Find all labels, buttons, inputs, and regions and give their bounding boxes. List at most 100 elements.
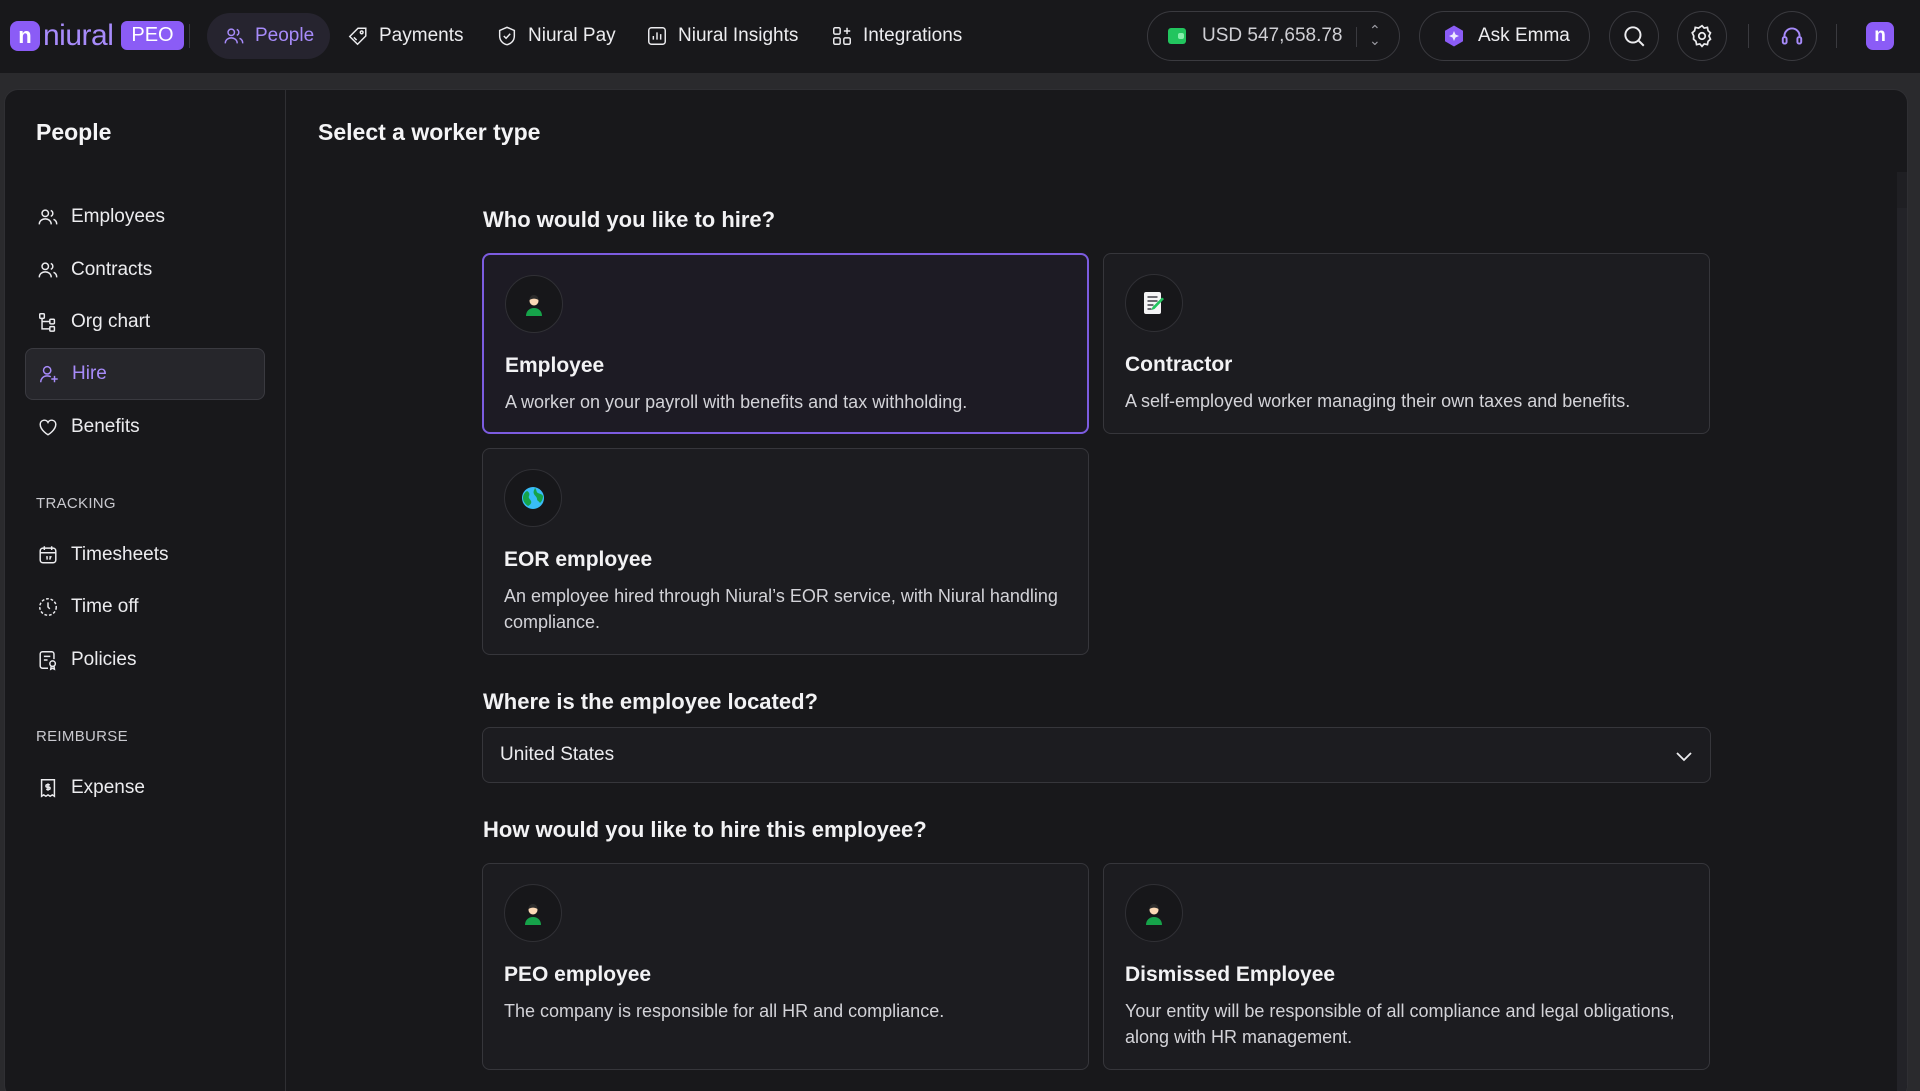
policy-icon: [39, 651, 57, 671]
card-icon-wrap: [504, 469, 562, 527]
sidebar-item-label: Employees: [71, 206, 165, 227]
divider: [1356, 27, 1357, 47]
balance-amount: USD 547,658.78: [1202, 25, 1343, 46]
main-content: Select a worker type Who would you like …: [287, 90, 1907, 1091]
question-who-to-hire: Who would you like to hire?: [483, 207, 776, 232]
support-button[interactable]: [1767, 11, 1817, 61]
heart-icon: [39, 419, 57, 436]
card-description: Your entity will be responsible of all c…: [1125, 1001, 1675, 1047]
worker-type-eor-card[interactable]: EOR employee An employee hired through N…: [482, 448, 1089, 655]
globe-icon: [522, 487, 544, 509]
card-icon-wrap: [1125, 884, 1183, 942]
logo-mark-icon: n: [10, 20, 40, 51]
divider: [1748, 24, 1749, 48]
card-description: An employee hired through Niural’s EOR s…: [504, 586, 1058, 632]
hire-method-peo-card[interactable]: PEO employee The company is responsible …: [482, 863, 1089, 1070]
top-bar: n niural PEO People Payments Niural Pay …: [0, 0, 1920, 73]
emma-icon: [1445, 25, 1463, 47]
ask-emma-label: Ask Emma: [1478, 25, 1570, 46]
clock-icon: [39, 598, 57, 616]
section-header-reimburse: REIMBURSE: [36, 728, 128, 745]
card-title: Dismissed Employee: [1125, 963, 1336, 986]
document-edit-icon: [1144, 292, 1164, 314]
wallet-icon: [1168, 28, 1186, 44]
person-icon: [1146, 904, 1162, 925]
sidebar-item-hire[interactable]: Hire: [25, 348, 265, 400]
nav-payments[interactable]: Payments: [331, 13, 479, 59]
sidebar-item-label: Hire: [72, 363, 107, 384]
card-title: EOR employee: [504, 548, 653, 571]
user-plus-icon: [40, 365, 58, 383]
sidebar-item-org-chart[interactable]: Org chart: [25, 296, 265, 348]
chevron-updown-icon: ⌃ ⌄: [1369, 22, 1381, 48]
country-select-value: United States: [500, 744, 615, 765]
users-icon: [224, 28, 244, 44]
section-header-tracking: TRACKING: [36, 495, 116, 512]
card-description: A self-employed worker managing their ow…: [1125, 391, 1631, 411]
nav-label: Niural Insights: [678, 25, 799, 46]
sidebar-item-label: Policies: [71, 649, 137, 670]
receipt-icon: [40, 779, 56, 798]
nav-label: People: [255, 25, 315, 46]
grid-plus-icon: [833, 27, 851, 45]
sidebar-item-label: Time off: [71, 596, 139, 617]
card-description: The company is responsible for all HR an…: [504, 1001, 945, 1021]
gear-icon: [1691, 24, 1712, 48]
nav-label: Integrations: [863, 25, 963, 46]
sidebar-item-employees[interactable]: Employees: [25, 191, 265, 243]
chevron-down-icon: [1676, 752, 1692, 762]
ask-emma-button[interactable]: Ask Emma: [1419, 11, 1590, 61]
headset-icon: [1781, 27, 1803, 45]
settings-button[interactable]: [1677, 11, 1727, 61]
users-icon: [38, 209, 58, 225]
sidebar-item-label: Org chart: [71, 311, 151, 332]
chart-icon: [648, 27, 666, 45]
nav-label: Niural Pay: [528, 25, 616, 46]
tag-icon: [348, 27, 367, 46]
scrollbar-thumb[interactable]: [1897, 208, 1907, 1091]
calendar-icon: [39, 546, 57, 564]
person-icon: [525, 904, 541, 925]
card-icon-wrap: [1125, 274, 1183, 332]
sidebar-item-label: Contracts: [71, 259, 153, 280]
card-icon-wrap: [504, 884, 562, 942]
logo[interactable]: n niural PEO: [10, 18, 184, 53]
search-icon: [1624, 26, 1645, 47]
balance-selector[interactable]: USD 547,658.78 ⌃ ⌄: [1147, 11, 1400, 61]
account-avatar[interactable]: n: [1866, 22, 1894, 50]
question-location: Where is the employee located?: [483, 689, 818, 714]
sidebar-item-benefits[interactable]: Benefits: [25, 401, 265, 453]
nav-niural-pay[interactable]: Niural Pay: [480, 13, 632, 59]
app-shell: People Employees Contracts Org chart Hir…: [4, 89, 1908, 1091]
sidebar-item-contracts[interactable]: Contracts: [25, 244, 265, 296]
logo-text: niural: [43, 18, 114, 52]
worker-type-contractor-card[interactable]: Contractor A self-employed worker managi…: [1103, 253, 1710, 434]
sidebar-item-time-off[interactable]: Time off: [25, 581, 265, 633]
person-icon: [526, 295, 542, 316]
sidebar-item-expense[interactable]: Expense: [25, 762, 265, 814]
users-icon: [38, 262, 58, 278]
card-title: Contractor: [1125, 353, 1233, 376]
hire-method-dismissed-card[interactable]: Dismissed Employee Your entity will be r…: [1103, 863, 1710, 1070]
worker-type-employee-card[interactable]: Employee A worker on your payroll with b…: [482, 253, 1089, 434]
card-description: A worker on your payroll with benefits a…: [505, 392, 968, 412]
sidebar-item-label: Benefits: [71, 416, 140, 437]
nav-niural-insights[interactable]: Niural Insights: [630, 13, 814, 59]
shield-check-icon: [498, 26, 516, 46]
page-title: Select a worker type: [318, 119, 541, 145]
question-hire-method: How would you like to hire this employee…: [483, 817, 927, 842]
sidebar-item-policies[interactable]: Policies: [25, 634, 265, 686]
sidebar-title: People: [36, 119, 112, 145]
country-select[interactable]: United States: [482, 727, 1711, 783]
peo-badge: PEO: [121, 21, 184, 50]
divider: [1836, 24, 1837, 48]
card-title: Employee: [505, 354, 605, 377]
sidebar-item-timesheets[interactable]: Timesheets: [25, 529, 265, 581]
divider: [189, 24, 190, 48]
sidebar-item-label: Timesheets: [71, 544, 169, 565]
sidebar-item-label: Expense: [71, 777, 145, 798]
sidebar: People Employees Contracts Org chart Hir…: [5, 90, 286, 1091]
nav-people[interactable]: People: [207, 13, 331, 59]
search-button[interactable]: [1609, 11, 1659, 61]
nav-integrations[interactable]: Integrations: [815, 13, 978, 59]
